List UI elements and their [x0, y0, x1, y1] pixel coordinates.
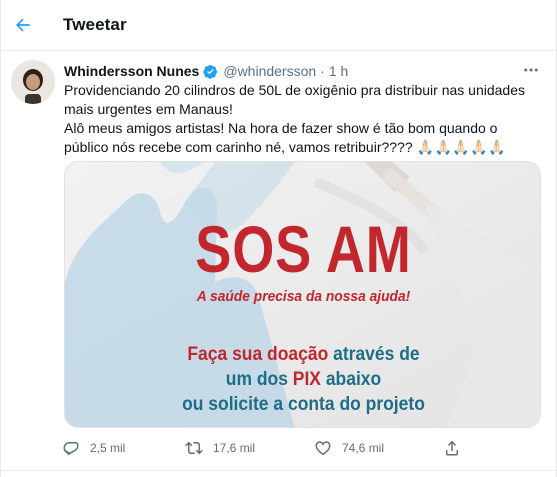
heart-icon: [315, 441, 331, 456]
more-options-button[interactable]: [520, 60, 542, 80]
separator-dot: ·: [320, 63, 325, 79]
donation-line-2-teal-a: um dos: [225, 369, 293, 390]
page-title: Tweetar: [63, 15, 127, 34]
tweet-actions-bar: 2,5 mil 17,6 mil 74,6 mil: [60, 434, 480, 462]
donation-line-1: Faça sua doação através de: [84, 343, 523, 367]
donation-line-1-teal: através de: [328, 344, 420, 365]
sos-title: SOS AM: [195, 212, 412, 286]
reply-button[interactable]: 2,5 mil: [62, 434, 125, 462]
author-handle[interactable]: @whindersson: [223, 63, 316, 79]
back-button[interactable]: [9, 11, 37, 39]
tweet-text-paragraph-1: Providenciando 20 cilindros de 50L de ox…: [64, 82, 526, 117]
author-name[interactable]: Whindersson Nunes: [64, 63, 199, 79]
like-button[interactable]: 74,6 mil: [314, 434, 384, 462]
retweet-icon: [185, 441, 203, 455]
donation-line-2-teal-b: abaixo: [320, 369, 382, 390]
share-icon: [446, 440, 458, 456]
folded-hands-emoji: 🙏🏻🙏🏻🙏🏻🙏🏻🙏🏻: [416, 139, 507, 155]
arrow-left-icon: [16, 18, 30, 32]
more-horizontal-icon: [524, 68, 538, 72]
donation-line-2-red: PIX: [292, 369, 321, 390]
tweet-text-paragraph-2: Alô meus amigos artistas! Na hora de faz…: [64, 119, 542, 157]
verified-badge-icon: [203, 64, 218, 79]
tweet-text: Providenciando 20 cilindros de 50L de ox…: [64, 81, 542, 157]
retweet-count: 17,6 mil: [213, 441, 256, 455]
tweet-media-image[interactable]: SOS AM A saúde precisa da nossa ajuda! F…: [64, 161, 541, 428]
tweet-timestamp[interactable]: 1 h: [329, 63, 348, 79]
reply-count: 2,5 mil: [90, 441, 126, 455]
like-count: 74,6 mil: [342, 441, 385, 455]
divider: [0, 470, 557, 471]
share-button[interactable]: [443, 434, 461, 462]
reply-icon: [63, 442, 79, 456]
sos-subtitle: A saúde precisa da nossa ajuda!: [196, 288, 411, 305]
donation-line-1-red: Faça sua doação: [187, 344, 329, 365]
retweet-button[interactable]: 17,6 mil: [185, 434, 255, 462]
tweet-author-row: Whindersson Nunes @whindersson · 1 h: [64, 61, 348, 81]
donation-line-2: um dos PIX abaixo: [84, 368, 523, 392]
page-header: Tweetar: [0, 0, 557, 51]
avatar[interactable]: [11, 60, 55, 104]
avatar-image: [11, 60, 55, 104]
donation-line-3: ou solicite a conta do projeto: [182, 394, 425, 415]
